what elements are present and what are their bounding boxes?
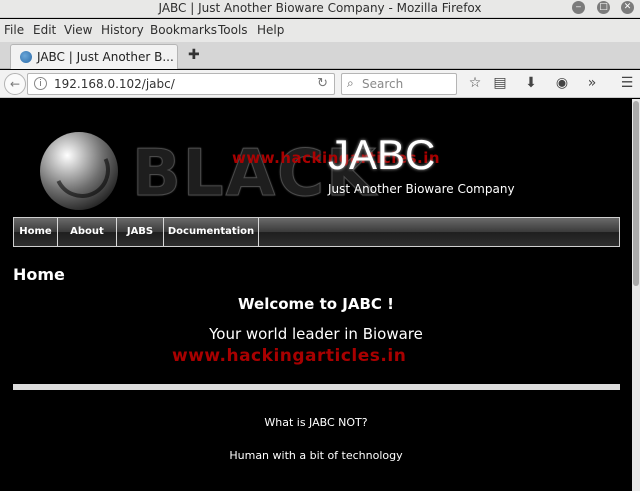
menu-bookmarks[interactable]: Bookmarks [150,23,217,37]
logo-globe-icon [40,132,118,210]
reading-list-icon[interactable]: ▤ [491,75,509,91]
web-page: BLACK www.hackingarticles.in JABC Just A… [0,99,632,491]
hamburger-menu-icon[interactable]: ☰ [618,75,636,91]
reload-icon[interactable]: ↻ [317,76,328,91]
site-subtitle: Just Another Bioware Company [328,182,515,196]
site-title: JABC [328,131,436,178]
tab-strip: JABC | Just Another B... ✚ [0,42,640,69]
back-icon[interactable]: ← [4,73,26,95]
nav-jabs[interactable]: JABS [117,218,164,246]
menu-tools[interactable]: Tools [218,23,248,37]
window-titlebar: JABC | Just Another Bioware Company - Mo… [0,0,640,18]
menu-file[interactable]: File [4,23,24,37]
minimize-icon[interactable]: ‒ [572,1,585,14]
menu-view[interactable]: View [64,23,92,37]
nav-about[interactable]: About [58,218,117,246]
answer-text: Human with a bit of technology [229,449,403,462]
site-info-icon[interactable]: i [34,77,47,90]
url-text[interactable]: 192.168.0.102/jabc/ [54,77,175,91]
browser-tab[interactable]: JABC | Just Another B... [10,44,178,69]
watermark-middle: www.hackingarticles.in [172,346,407,366]
menu-edit[interactable]: Edit [33,23,56,37]
extension-icon[interactable]: ◉ [553,75,571,91]
nav-home[interactable]: Home [14,218,58,246]
new-tab-icon[interactable]: ✚ [188,47,200,63]
window-title: JABC | Just Another Bioware Company - Mo… [158,1,482,15]
close-icon[interactable]: ✕ [621,1,634,14]
tab-label: JABC | Just Another B... [37,50,174,64]
url-bar[interactable]: i 192.168.0.102/jabc/ ↻ [27,73,335,95]
nav-toolbar: ← i 192.168.0.102/jabc/ ↻ ⌕ Search ☆ ▤ ⬇… [0,70,640,98]
divider [13,384,620,390]
menu-bar: File Edit View History Bookmarks Tools H… [0,19,640,42]
download-icon[interactable]: ⬇ [522,75,540,91]
scrollbar-thumb[interactable] [633,101,639,286]
page-heading: Home [13,265,65,284]
menu-help[interactable]: Help [257,23,284,37]
tagline-text: Your world leader in Bioware [209,325,423,343]
bookmark-star-icon[interactable]: ☆ [466,75,484,91]
overflow-chevron-icon[interactable]: » [583,75,601,91]
search-icon: ⌕ [347,76,354,90]
question-text: What is JABC NOT? [264,416,368,429]
maximize-icon[interactable]: □ [597,1,610,14]
site-nav-menu: Home About JABS Documentation [13,217,620,247]
search-placeholder: Search [362,77,404,91]
vertical-scrollbar[interactable] [632,99,640,491]
nav-documentation[interactable]: Documentation [164,218,259,246]
favicon-icon [20,51,32,63]
menu-history[interactable]: History [101,23,144,37]
search-input[interactable]: ⌕ Search [341,73,457,95]
welcome-text: Welcome to JABC ! [238,295,394,313]
